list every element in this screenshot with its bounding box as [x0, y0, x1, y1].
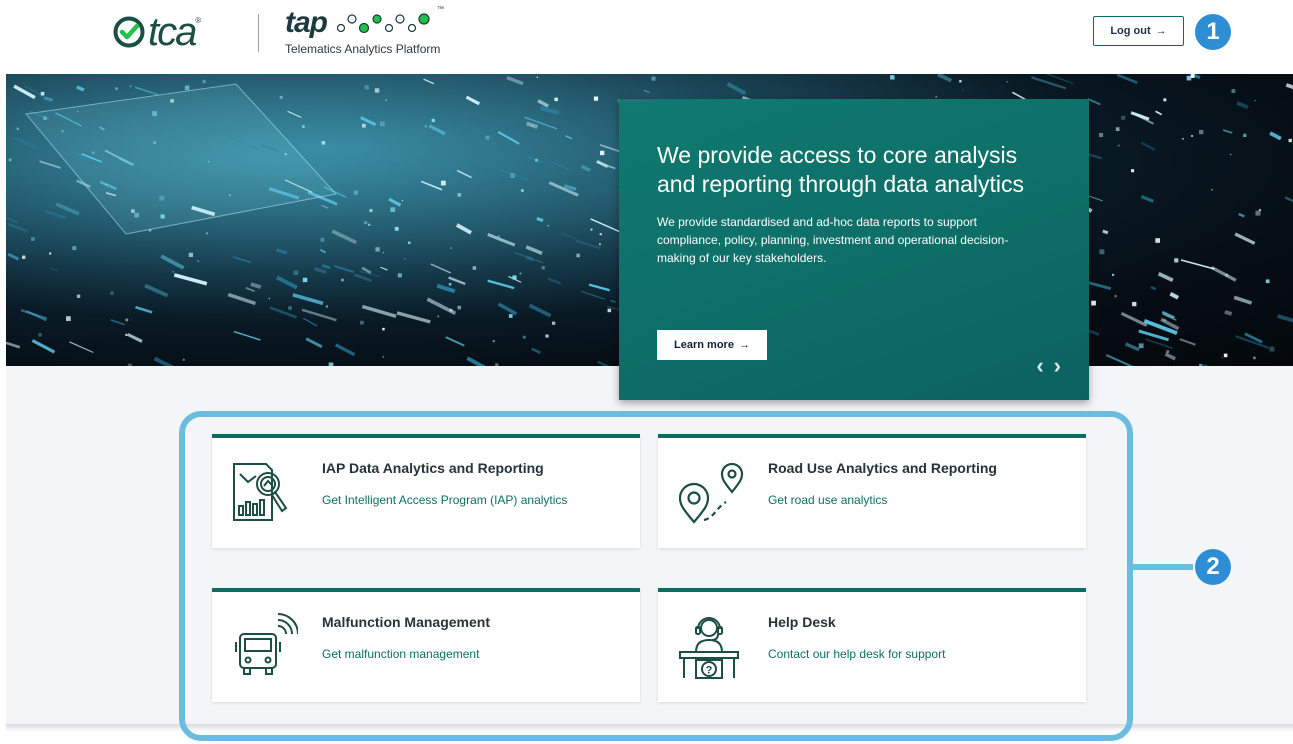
- tap-logo[interactable]: tap ™ Telematics Analytics Platform: [285, 6, 455, 62]
- logout-button[interactable]: Log out →: [1093, 16, 1184, 46]
- tap-dots-icon: [337, 13, 430, 34]
- trademark: ™: [437, 6, 444, 13]
- site-header: tca ® tap ™ Telematics Analytics Platfor…: [0, 0, 1293, 74]
- learn-more-button[interactable]: Learn more →: [657, 330, 767, 360]
- arrow-right-icon: →: [738, 339, 750, 351]
- tca-logo[interactable]: tca ®: [112, 12, 201, 52]
- registered-mark: ®: [195, 16, 202, 25]
- hero-body: We provide standardised and ad-hoc data …: [657, 215, 1009, 265]
- learn-more-label: Learn more: [674, 339, 734, 351]
- callout-badge-1: 1: [1195, 14, 1231, 50]
- hero-carousel-panel: We provide access to core analysis and r…: [619, 99, 1089, 400]
- hero-heading: We provide access to core analysis and r…: [657, 142, 1024, 197]
- check-circle-icon: [113, 16, 145, 48]
- tap-logo-text: tap: [285, 6, 328, 39]
- callout-highlight-frame: [179, 411, 1133, 741]
- platform-name: Telematics Analytics Platform: [285, 42, 441, 56]
- arrow-right-icon: →: [1155, 25, 1167, 37]
- carousel-nav: ‹ ›: [1036, 355, 1061, 377]
- callout-badge-2: 2: [1195, 549, 1231, 585]
- chevron-right-icon[interactable]: ›: [1054, 355, 1061, 377]
- chevron-left-icon[interactable]: ‹: [1036, 355, 1043, 377]
- logo-divider: [258, 14, 259, 52]
- tca-logo-text: tca: [148, 10, 197, 54]
- callout-connector: [1133, 564, 1193, 570]
- logout-label: Log out: [1110, 25, 1151, 37]
